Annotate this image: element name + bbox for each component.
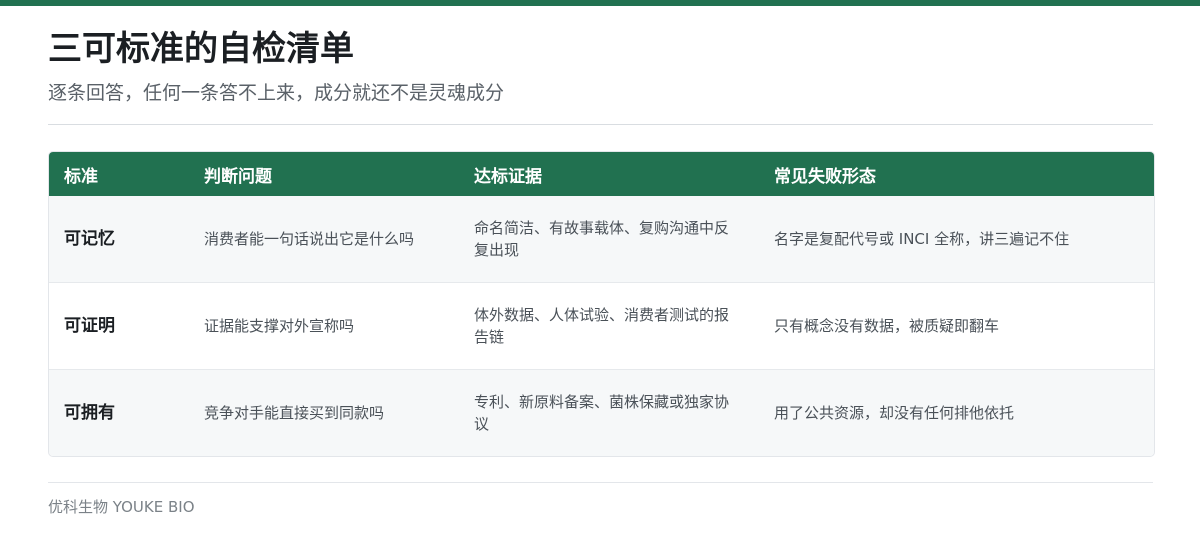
standard-cell: 可拥有: [49, 370, 189, 456]
table-header-row: 标准 判断问题 达标证据 常见失败形态: [49, 152, 1154, 196]
footer-divider: [48, 482, 1153, 483]
page-title: 三可标准的自检清单: [48, 29, 354, 69]
question-cell: 竞争对手能直接买到同款吗: [189, 370, 459, 456]
evidence-cell: 命名简洁、有故事载体、复购沟通中反复出现: [459, 196, 759, 283]
table-header: 标准 判断问题 达标证据 常见失败形态: [49, 152, 1154, 196]
question-cell: 证据能支撑对外宣称吗: [189, 283, 459, 370]
column-header-question: 判断问题: [189, 152, 459, 196]
table-row: 可记忆 消费者能一句话说出它是什么吗 命名简洁、有故事载体、复购沟通中反复出现 …: [49, 196, 1154, 283]
checklist-table: 标准 判断问题 达标证据 常见失败形态 可记忆 消费者能一句话说出它是什么吗 命…: [48, 151, 1155, 457]
table-body: 可记忆 消费者能一句话说出它是什么吗 命名简洁、有故事载体、复购沟通中反复出现 …: [49, 196, 1154, 456]
top-accent-bar: [0, 0, 1200, 6]
failure-cell: 名字是复配代号或 INCI 全称，讲三遍记不住: [759, 196, 1154, 283]
table-row: 可证明 证据能支撑对外宣称吗 体外数据、人体试验、消费者测试的报告链 只有概念没…: [49, 283, 1154, 370]
failure-cell: 只有概念没有数据，被质疑即翻车: [759, 283, 1154, 370]
question-cell: 消费者能一句话说出它是什么吗: [189, 196, 459, 283]
title-divider: [48, 124, 1153, 125]
standard-cell: 可证明: [49, 283, 189, 370]
column-header-evidence: 达标证据: [459, 152, 759, 196]
evidence-cell: 专利、新原料备案、菌株保藏或独家协议: [459, 370, 759, 456]
table-row: 可拥有 竞争对手能直接买到同款吗 专利、新原料备案、菌株保藏或独家协议 用了公共…: [49, 370, 1154, 456]
failure-cell: 用了公共资源，却没有任何排他依托: [759, 370, 1154, 456]
column-header-standard: 标准: [49, 152, 189, 196]
page-subtitle: 逐条回答，任何一条答不上来，成分就还不是灵魂成分: [48, 82, 505, 104]
evidence-cell: 体外数据、人体试验、消费者测试的报告链: [459, 283, 759, 370]
footer-brand: 优科生物 YOUKE BIO: [48, 498, 195, 516]
standard-cell: 可记忆: [49, 196, 189, 283]
column-header-failure: 常见失败形态: [759, 152, 1154, 196]
